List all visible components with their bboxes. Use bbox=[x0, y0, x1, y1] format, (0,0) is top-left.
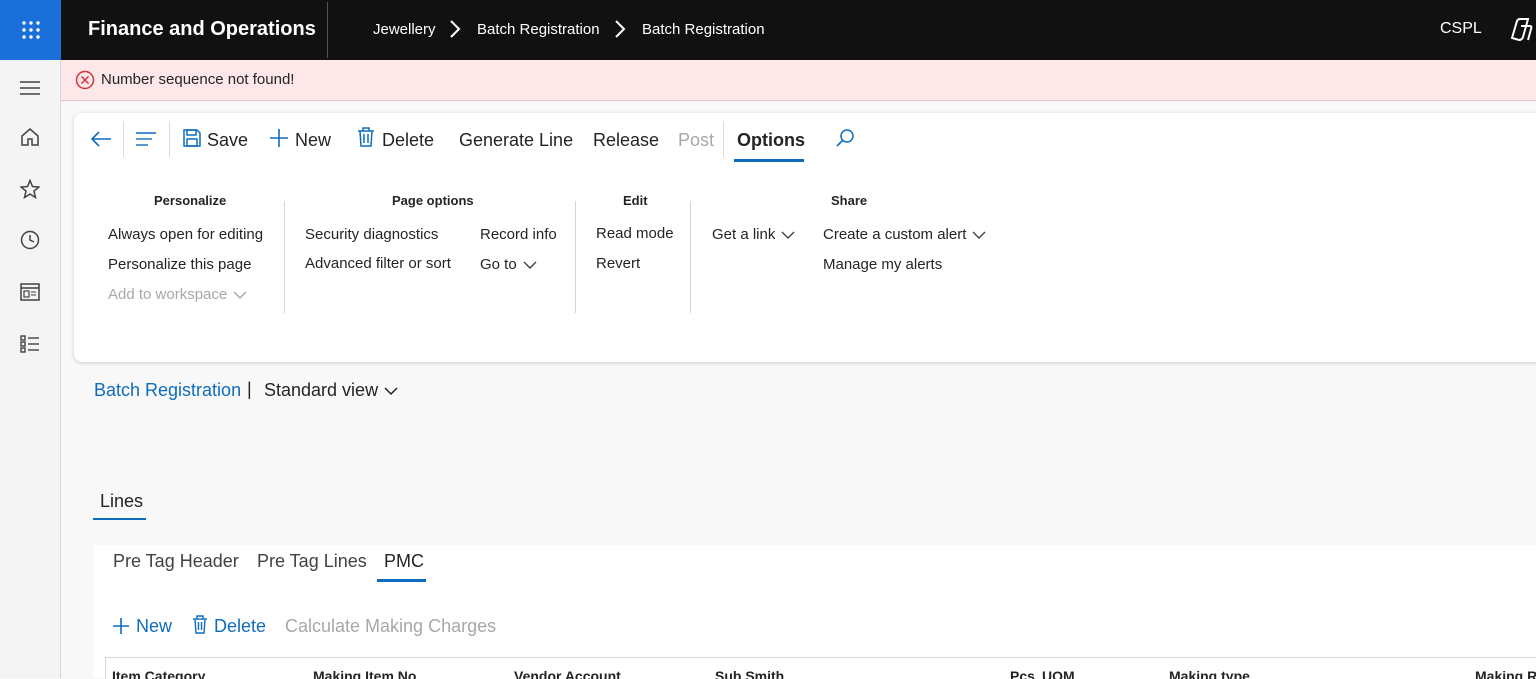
group-title-edit: Edit bbox=[623, 193, 648, 208]
app-launcher-button[interactable] bbox=[0, 0, 61, 60]
chevron-down-icon bbox=[523, 261, 537, 269]
create-custom-alert-menu[interactable]: Create a custom alert bbox=[823, 226, 986, 243]
release-button[interactable]: Release bbox=[593, 130, 659, 151]
divider bbox=[723, 121, 724, 157]
group-title-page-options: Page options bbox=[392, 193, 474, 208]
advanced-filter-or-sort[interactable]: Advanced filter or sort bbox=[305, 255, 451, 272]
search-icon bbox=[836, 129, 854, 147]
divider bbox=[284, 201, 285, 313]
chevron-down-icon bbox=[233, 291, 247, 299]
pmc-tab-indicator bbox=[377, 579, 426, 582]
company-picker[interactable]: CSPL bbox=[1440, 20, 1482, 38]
recent-icon[interactable] bbox=[18, 228, 42, 252]
favorites-icon[interactable] bbox=[18, 177, 42, 201]
action-menu-button[interactable] bbox=[134, 128, 158, 150]
add-icon bbox=[268, 127, 290, 149]
home-icon[interactable] bbox=[18, 125, 42, 149]
lines-icon bbox=[136, 132, 156, 146]
delete-button[interactable]: Delete bbox=[382, 130, 434, 151]
go-to-menu[interactable]: Go to bbox=[480, 256, 537, 273]
personalize-this-page[interactable]: Personalize this page bbox=[108, 256, 251, 273]
waffle-icon bbox=[21, 21, 40, 39]
divider bbox=[327, 2, 328, 58]
record-info[interactable]: Record info bbox=[480, 226, 557, 243]
group-title-share: Share bbox=[831, 193, 868, 208]
action-pane: Save New Delete Generate Line Release Po… bbox=[74, 113, 1536, 362]
error-icon bbox=[75, 70, 95, 90]
chevron-down-icon bbox=[384, 387, 398, 395]
divider bbox=[690, 201, 691, 313]
column-header-pcs[interactable]: Pcs bbox=[1010, 668, 1035, 679]
always-open-for-editing[interactable]: Always open for editing bbox=[108, 226, 263, 243]
search-button[interactable] bbox=[834, 127, 856, 149]
go-to-label: Go to bbox=[480, 256, 517, 273]
view-name-label: Standard view bbox=[264, 380, 379, 400]
manage-my-alerts[interactable]: Manage my alerts bbox=[823, 256, 942, 273]
error-message-bar: Number sequence not found! bbox=[61, 60, 1536, 101]
options-tab-indicator bbox=[734, 159, 804, 162]
copilot-icon[interactable] bbox=[1506, 16, 1534, 44]
menu-icon[interactable] bbox=[18, 76, 42, 100]
chevron-down-icon bbox=[781, 231, 795, 239]
new-button[interactable]: New bbox=[295, 130, 331, 151]
tab-options[interactable]: Options bbox=[737, 130, 805, 151]
top-bar: Finance and Operations Jewellery Batch R… bbox=[0, 0, 1536, 60]
generate-line-button[interactable]: Generate Line bbox=[459, 130, 573, 151]
save-icon bbox=[181, 127, 203, 149]
add-to-workspace-label: Add to workspace bbox=[108, 286, 228, 303]
divider bbox=[123, 121, 124, 157]
pmc-grid: Item Category Making Item No Vendor Acco… bbox=[105, 657, 1536, 679]
read-mode[interactable]: Read mode bbox=[596, 225, 674, 242]
post-button[interactable]: Post bbox=[678, 130, 714, 151]
title-separator: | bbox=[247, 379, 252, 399]
left-navigation bbox=[0, 60, 61, 678]
divider bbox=[575, 201, 576, 313]
breadcrumb-batch-registration[interactable]: Batch Registration bbox=[477, 21, 600, 38]
revert[interactable]: Revert bbox=[596, 255, 640, 272]
column-header-uom[interactable]: UOM bbox=[1042, 668, 1075, 679]
error-message: Number sequence not found! bbox=[101, 71, 295, 88]
page-title-link[interactable]: Batch Registration bbox=[94, 380, 241, 401]
view-selector[interactable]: Standard view bbox=[264, 380, 398, 401]
workspaces-icon[interactable] bbox=[18, 280, 42, 304]
chevron-down-icon bbox=[972, 231, 986, 239]
trash-icon bbox=[356, 126, 376, 148]
tab-lines[interactable]: Lines bbox=[100, 491, 143, 512]
column-header-making-type[interactable]: Making type bbox=[1169, 668, 1250, 679]
create-custom-alert-label: Create a custom alert bbox=[823, 226, 967, 243]
back-button[interactable] bbox=[88, 127, 114, 151]
chevron-right-icon bbox=[615, 20, 626, 38]
add-icon bbox=[113, 618, 129, 634]
breadcrumb-jewellery[interactable]: Jewellery bbox=[373, 21, 436, 38]
column-header-sub-smith[interactable]: Sub Smith bbox=[715, 668, 784, 679]
column-header-making-rate[interactable]: Making R bbox=[1475, 668, 1536, 679]
app-title[interactable]: Finance and Operations bbox=[88, 18, 316, 41]
trash-icon bbox=[193, 615, 207, 634]
lines-tab-indicator bbox=[93, 518, 146, 520]
add-to-workspace[interactable]: Add to workspace bbox=[108, 286, 247, 303]
column-header-item-category[interactable]: Item Category bbox=[112, 668, 205, 679]
get-a-link-menu[interactable]: Get a link bbox=[712, 226, 795, 243]
group-title-personalize: Personalize bbox=[154, 193, 227, 208]
back-arrow-icon bbox=[90, 131, 111, 147]
get-a-link-label: Get a link bbox=[712, 226, 776, 243]
tab-pmc[interactable]: PMC bbox=[384, 551, 424, 572]
modules-icon[interactable] bbox=[18, 332, 42, 356]
chevron-right-icon bbox=[450, 20, 461, 38]
calculate-making-charges-button[interactable]: Calculate Making Charges bbox=[285, 616, 496, 637]
lines-delete-button[interactable]: Delete bbox=[214, 616, 266, 637]
breadcrumb-current[interactable]: Batch Registration bbox=[642, 21, 765, 38]
tab-pre-tag-lines[interactable]: Pre Tag Lines bbox=[257, 551, 367, 572]
security-diagnostics[interactable]: Security diagnostics bbox=[305, 226, 438, 243]
column-header-vendor-account[interactable]: Vendor Account bbox=[514, 668, 621, 679]
save-button[interactable]: Save bbox=[207, 130, 248, 151]
tab-pre-tag-header[interactable]: Pre Tag Header bbox=[113, 551, 239, 572]
divider bbox=[169, 121, 170, 157]
lines-new-button[interactable]: New bbox=[136, 616, 172, 637]
column-header-making-item-no[interactable]: Making Item No bbox=[313, 668, 416, 679]
